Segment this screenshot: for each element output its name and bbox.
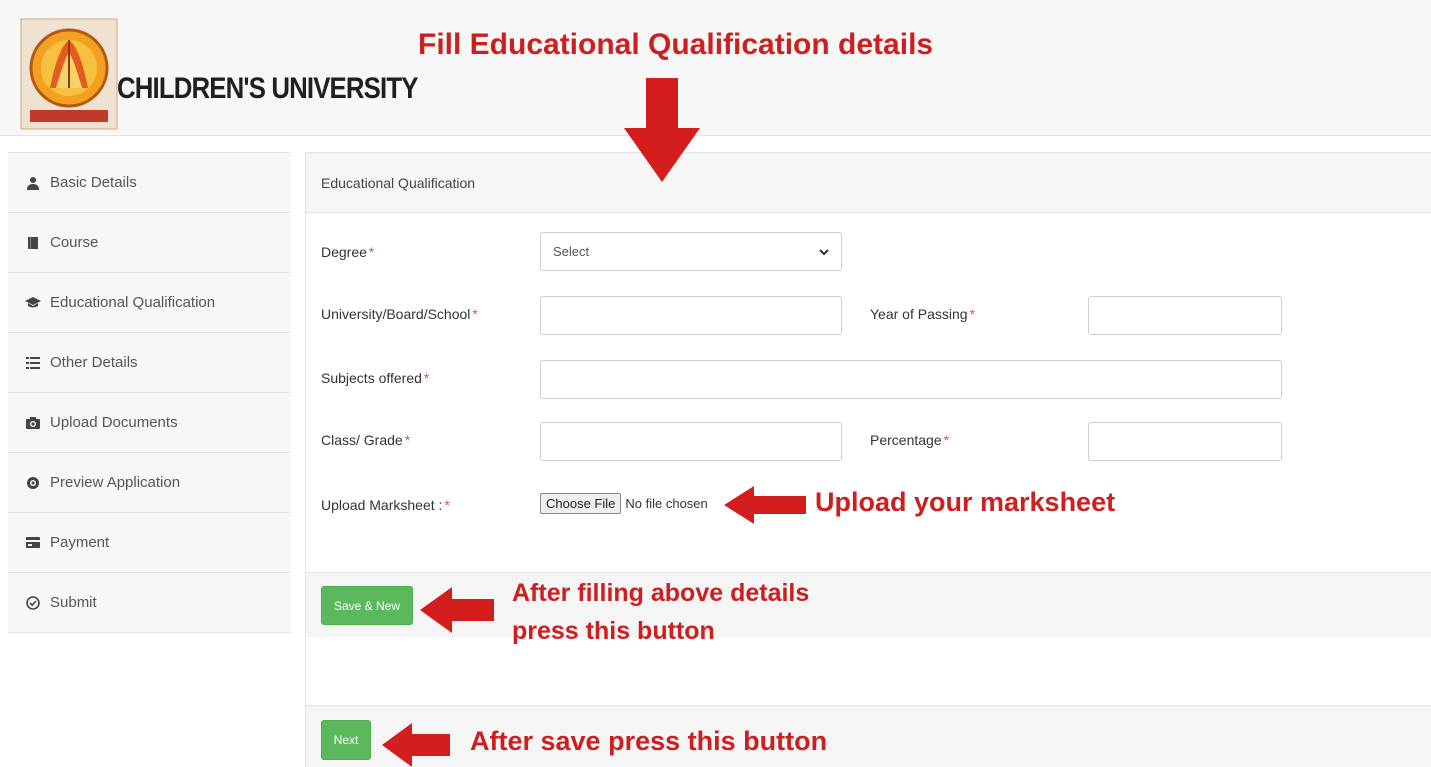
panel-title: Educational Qualification	[306, 152, 1431, 213]
year-label-text: Year of Passing	[870, 306, 968, 322]
next-button[interactable]: Next	[321, 720, 371, 760]
arrow-left-icon	[724, 486, 806, 524]
university-logo	[20, 18, 118, 130]
eye-icon	[22, 476, 44, 490]
university-input[interactable]	[540, 296, 842, 335]
sidebar-item-label: Payment	[50, 534, 110, 551]
degree-label: Degree *	[321, 244, 374, 260]
annotation-next-instruction: After save press this button	[470, 726, 828, 756]
book-icon	[22, 236, 44, 250]
sidebar-item-submit[interactable]: Submit	[8, 573, 291, 633]
subjects-label: Subjects offered *	[321, 370, 429, 386]
sidebar-item-upload-documents[interactable]: Upload Documents	[8, 393, 291, 453]
class-grade-input[interactable]	[540, 422, 842, 461]
required-mark: *	[404, 432, 411, 448]
arrow-left-icon	[382, 723, 450, 767]
file-status: No file chosen	[625, 496, 708, 511]
required-mark: *	[969, 306, 976, 322]
required-mark: *	[368, 244, 375, 260]
sidebar-item-basic-details[interactable]: Basic Details	[8, 153, 291, 213]
sidebar-item-label: Educational Qualification	[50, 294, 216, 311]
sidebar-item-label: Other Details	[50, 354, 138, 371]
user-icon	[22, 176, 44, 190]
annotation-save-instruction: After filling above details press this b…	[512, 574, 809, 650]
arrow-down-icon	[624, 78, 700, 182]
year-of-passing-label: Year of Passing *	[870, 306, 975, 322]
sidebar-item-educational-qualification[interactable]: Educational Qualification	[8, 273, 291, 333]
university-label-text: University/Board/School	[321, 306, 471, 322]
degree-label-text: Degree	[321, 244, 367, 260]
sidebar-item-preview-application[interactable]: Preview Application	[8, 453, 291, 513]
degree-select[interactable]: Select	[540, 232, 842, 271]
annotation-upload-marksheet: Upload your marksheet	[815, 487, 1116, 517]
sidebar-item-payment[interactable]: Payment	[8, 513, 291, 573]
list-icon	[22, 356, 44, 369]
sidebar-item-other-details[interactable]: Other Details	[8, 333, 291, 393]
subjects-input[interactable]	[540, 360, 1282, 399]
sidebar-item-label: Basic Details	[50, 174, 137, 191]
sidebar-item-label: Preview Application	[50, 474, 181, 491]
subjects-label-text: Subjects offered	[321, 370, 422, 386]
check-circle-icon	[22, 595, 44, 610]
brand-name: CHILDREN'S UNIVERSITY	[117, 72, 418, 105]
annotation-fill-details: Fill Educational Qualification details	[418, 28, 934, 61]
percentage-label-text: Percentage	[870, 432, 942, 448]
credit-card-icon	[22, 537, 44, 548]
upload-label-text: Upload Marksheet :	[321, 497, 443, 513]
university-label: University/Board/School *	[321, 306, 478, 322]
percentage-label: Percentage *	[870, 432, 949, 448]
required-mark: *	[444, 497, 450, 513]
required-mark: *	[943, 432, 950, 448]
annotation-save-line1: After filling above details	[512, 579, 810, 607]
choose-file-button[interactable]: Choose File	[540, 493, 622, 514]
class-label-text: Class/ Grade	[321, 432, 403, 448]
year-of-passing-input[interactable]	[1088, 296, 1282, 335]
chevron-down-icon	[819, 245, 829, 259]
required-mark: *	[423, 370, 430, 386]
required-mark: *	[472, 306, 478, 322]
sidebar-item-label: Course	[50, 234, 99, 251]
sidebar-nav: Basic Details Course Educational Qualifi…	[8, 152, 291, 633]
percentage-input[interactable]	[1088, 422, 1282, 461]
arrow-left-icon	[420, 587, 494, 633]
camera-icon	[22, 416, 44, 429]
save-and-new-button[interactable]: Save & New	[321, 586, 413, 625]
sidebar-item-course[interactable]: Course	[8, 213, 291, 273]
form-panel: Educational Qualification Degree * Select…	[305, 152, 1431, 767]
annotation-save-line2: press this button	[512, 617, 715, 645]
sidebar-item-label: Submit	[50, 594, 97, 611]
class-grade-label: Class/ Grade *	[321, 432, 410, 448]
marksheet-file-input: Choose File No file chosen	[540, 493, 708, 514]
graduation-cap-icon	[22, 296, 44, 309]
upload-marksheet-label: Upload Marksheet : *	[321, 497, 450, 513]
header: CHILDREN'S UNIVERSITY	[0, 0, 1431, 136]
sidebar-item-label: Upload Documents	[50, 414, 178, 431]
degree-selected-value: Select	[553, 244, 590, 259]
